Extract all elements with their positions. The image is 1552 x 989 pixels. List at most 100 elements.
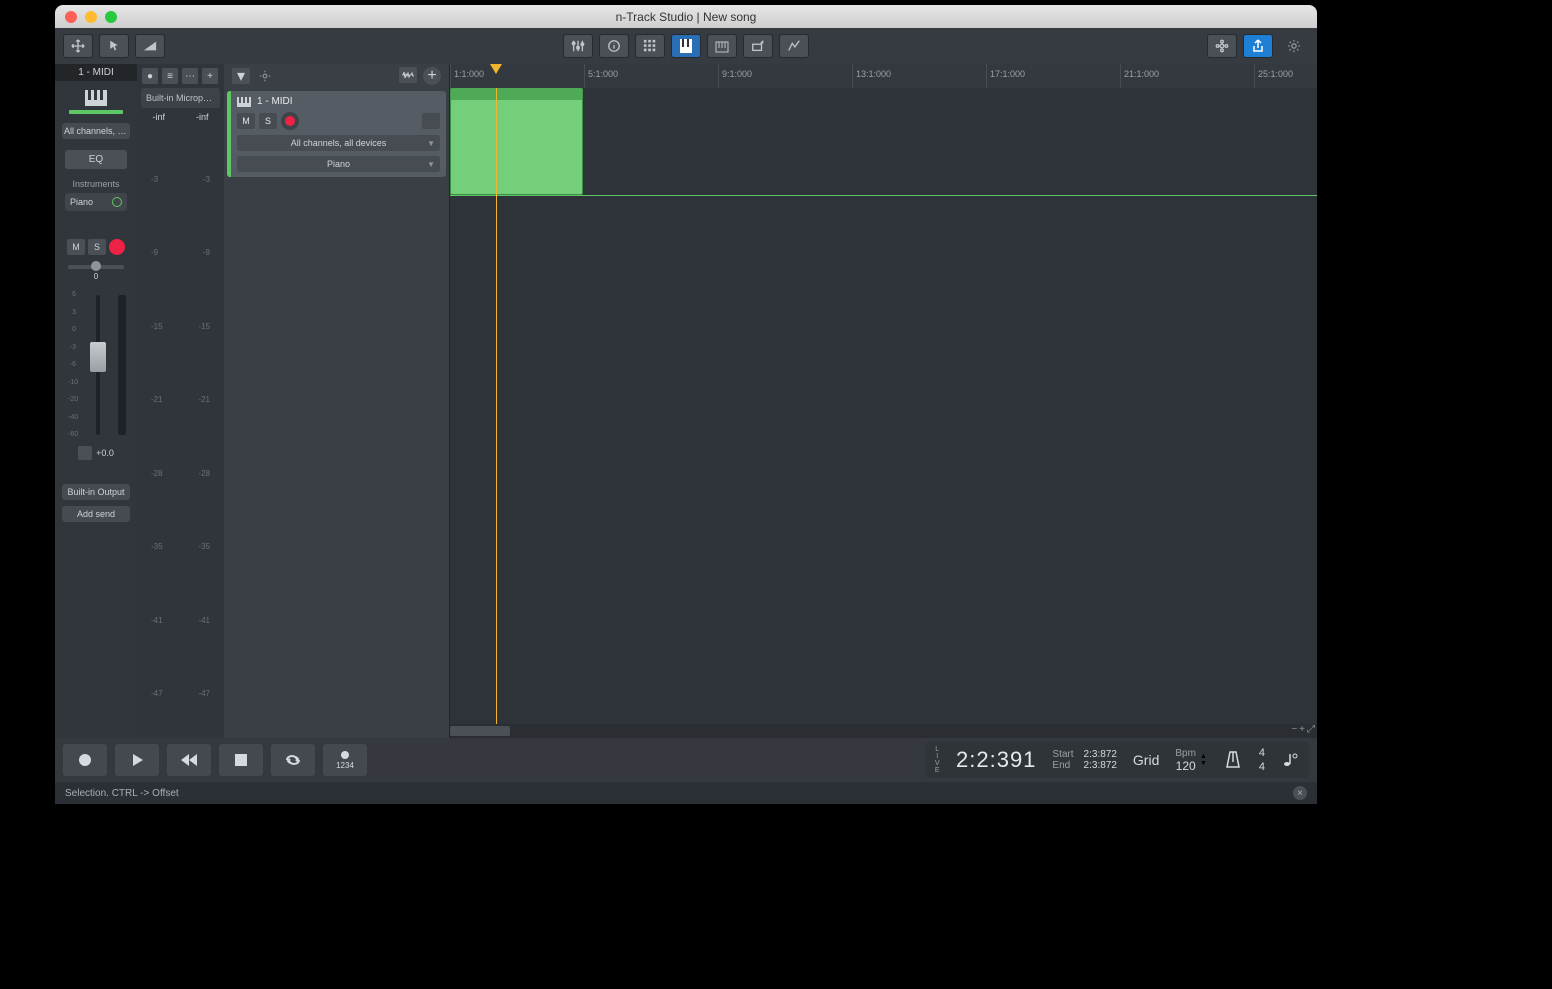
instruments-label: Instruments <box>72 179 119 189</box>
midi-clip[interactable] <box>450 88 583 195</box>
track-solo-button[interactable]: S <box>259 113 277 129</box>
track-color-bar <box>69 110 123 114</box>
ruler-tick: 13:1:000 <box>852 64 891 88</box>
titlebar: n-Track Studio | New song <box>55 5 1317 28</box>
effects-button[interactable] <box>743 34 773 58</box>
track-lane[interactable] <box>450 88 1317 195</box>
bpm-stepper[interactable]: ▲▼ <box>1200 753 1207 767</box>
mute-button[interactable]: M <box>67 239 85 255</box>
piano-roll-button[interactable] <box>671 34 701 58</box>
inspector-panel: 1 - MIDI All channels, all... EQ Instrum… <box>55 64 137 738</box>
status-text: Selection. CTRL -> Offset <box>65 788 179 799</box>
settings-button[interactable] <box>1279 34 1309 58</box>
power-icon[interactable] <box>112 197 122 207</box>
loop-button[interactable] <box>271 744 315 776</box>
grid-button[interactable]: Grid <box>1133 752 1159 768</box>
meters-more-button[interactable]: ⋯ <box>182 68 198 84</box>
instrument-name: Piano <box>70 197 93 207</box>
meter-scale: -3-3 -9-9 -15-15 -21-21 -28-28 -35-35 -4… <box>137 126 224 738</box>
zoom-fit-button[interactable]: ⤢ <box>1307 724 1315 735</box>
automation-button[interactable] <box>779 34 809 58</box>
midi-track-icon <box>237 97 251 107</box>
play-button[interactable] <box>115 744 159 776</box>
window-title: n-Track Studio | New song <box>55 10 1317 24</box>
waveform-view-button[interactable] <box>399 67 417 83</box>
main-toolbar <box>55 28 1317 64</box>
selection-block: Start2:3:872 End2:3:872 <box>1052 749 1117 771</box>
record-button[interactable] <box>63 744 107 776</box>
time-signature[interactable]: 4 4 <box>1259 747 1265 773</box>
ruler-tick: 17:1:000 <box>986 64 1025 88</box>
eq-button[interactable]: EQ <box>65 150 127 169</box>
track-record-button[interactable] <box>281 112 299 130</box>
mixer-button[interactable] <box>563 34 593 58</box>
track-expand-button[interactable] <box>422 113 440 129</box>
output-chip[interactable]: Built-in Output <box>62 484 130 500</box>
view-mode-button[interactable]: ▾ <box>232 68 250 84</box>
count-in-button[interactable]: 1234 <box>323 744 367 776</box>
track-name: 1 - MIDI <box>257 96 293 107</box>
ruler-tick: 1:1:000 <box>450 64 484 88</box>
keyboard-button[interactable] <box>707 34 737 58</box>
track-item[interactable]: 1 - MIDI M S All channels, all devices▼ … <box>227 91 446 177</box>
rewind-button[interactable] <box>167 744 211 776</box>
track-instrument-dropdown[interactable]: Piano▼ <box>237 156 440 172</box>
add-send-button[interactable]: Add send <box>62 506 130 522</box>
midi-icon <box>83 89 109 107</box>
track-mute-button[interactable]: M <box>237 113 255 129</box>
bpm-value[interactable]: 120 <box>1175 759 1196 773</box>
scrollbar-thumb[interactable] <box>450 726 510 736</box>
fader-knob[interactable] <box>90 342 106 372</box>
meter-left-db: -inf <box>152 112 165 122</box>
move-tool-button[interactable] <box>63 34 93 58</box>
fade-tool-button[interactable] <box>135 34 165 58</box>
meters-record-button[interactable]: ● <box>142 68 158 84</box>
pan-value: 0 <box>94 272 98 281</box>
metronome-button[interactable] <box>1223 750 1243 770</box>
horizontal-scrollbar[interactable]: − + ⤢ <box>450 724 1317 738</box>
live-indicator: LIVE <box>935 746 940 774</box>
track-list-panel: ▾ + 1 - MIDI M S <box>224 64 450 738</box>
channels-chip[interactable]: All channels, all... <box>62 123 130 139</box>
status-bar: Selection. CTRL -> Offset × <box>55 782 1317 804</box>
track-channels-dropdown[interactable]: All channels, all devices▼ <box>237 135 440 151</box>
track-settings-button[interactable] <box>256 68 274 84</box>
share-button[interactable] <box>1243 34 1273 58</box>
tracks-area[interactable] <box>450 88 1317 724</box>
level-meter <box>118 295 126 435</box>
zoom-out-button[interactable]: − <box>1291 724 1297 735</box>
record-arm-button[interactable] <box>109 239 125 255</box>
fader-scale: 630-3-6-10-20-40-60 <box>66 287 78 442</box>
ruler-tick: 5:1:000 <box>584 64 618 88</box>
instrument-slot[interactable]: Piano <box>65 193 127 211</box>
ruler-tick: 9:1:000 <box>718 64 752 88</box>
add-track-button[interactable]: + <box>423 67 441 85</box>
pointer-tool-button[interactable] <box>99 34 129 58</box>
time-ruler[interactable]: 1:1:000 5:1:000 9:1:000 13:1:000 17:1:00… <box>450 64 1317 88</box>
info-button[interactable] <box>599 34 629 58</box>
status-close-button[interactable]: × <box>1293 786 1307 800</box>
solo-button[interactable]: S <box>88 239 106 255</box>
note-value-button[interactable] <box>1281 751 1299 769</box>
cloud-button[interactable] <box>1207 34 1237 58</box>
timecode-display[interactable]: 2:2:391 <box>956 747 1036 773</box>
ruler-tick: 21:1:000 <box>1120 64 1159 88</box>
zoom-in-button[interactable]: + <box>1299 724 1305 735</box>
pan-slider[interactable] <box>68 265 124 269</box>
volume-fader[interactable] <box>78 287 118 442</box>
playhead[interactable] <box>496 88 497 724</box>
stop-button[interactable] <box>219 744 263 776</box>
meters-menu-button[interactable]: ≡ <box>162 68 178 84</box>
monitor-button[interactable] <box>78 446 92 460</box>
ruler-tick: 25:1:000 <box>1254 64 1293 88</box>
volume-db: +0.0 <box>96 448 114 458</box>
input-device-label[interactable]: Built-in Microph... <box>141 88 220 108</box>
playhead-marker-icon[interactable] <box>490 64 502 76</box>
meters-add-button[interactable]: + <box>202 68 218 84</box>
bpm-label: Bpm <box>1175 748 1196 759</box>
step-sequencer-button[interactable] <box>635 34 665 58</box>
timeline-panel: 1:1:000 5:1:000 9:1:000 13:1:000 17:1:00… <box>450 64 1317 738</box>
transport-bar: 1234 LIVE 2:2:391 Start2:3:872 End2:3:87… <box>55 738 1317 782</box>
input-meters-panel: ● ≡ ⋯ + Built-in Microph... -inf -inf -3… <box>137 64 224 738</box>
lane-separator <box>450 195 1317 196</box>
